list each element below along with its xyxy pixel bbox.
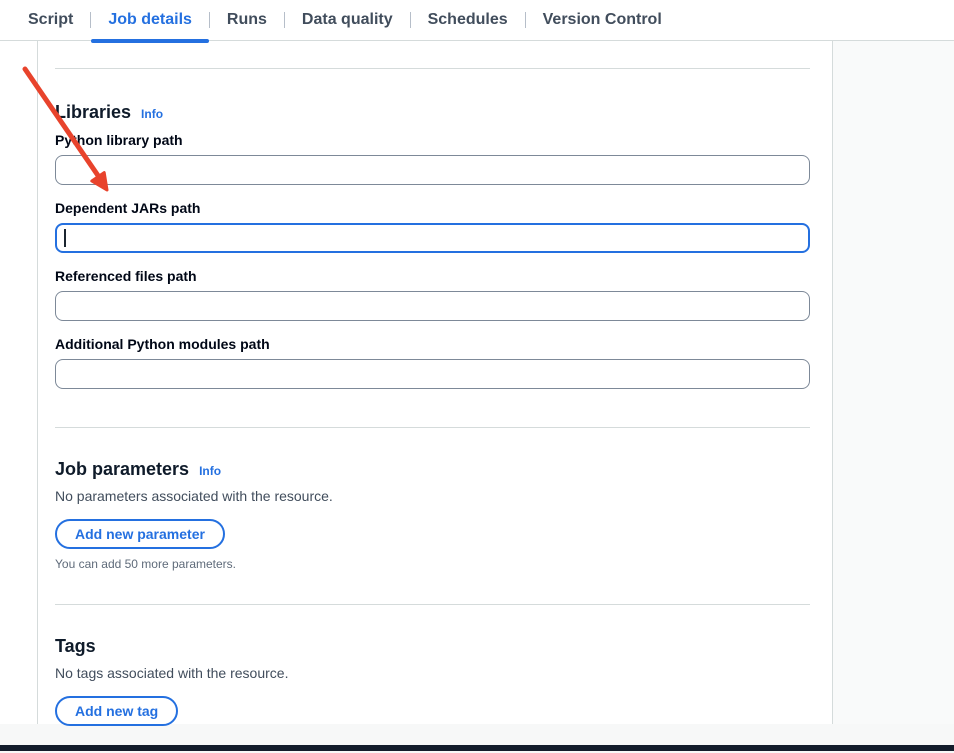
job-details-panel: Libraries Info Python library path Depen… (55, 41, 810, 726)
job-parameters-section: Job parameters Info No parameters associ… (55, 458, 810, 572)
tab-bar: Script Job details Runs Data quality Sch… (0, 0, 954, 41)
bottom-panel-edge[interactable] (0, 745, 954, 751)
tab-script[interactable]: Script (11, 0, 90, 41)
dependent-jars-path-input[interactable] (55, 223, 810, 253)
job-parameters-heading: Job parameters (55, 458, 189, 480)
add-new-tag-button[interactable]: Add new tag (55, 696, 178, 726)
job-parameters-empty-text: No parameters associated with the resour… (55, 487, 810, 505)
section-divider (55, 427, 810, 428)
libraries-section: Libraries Info Python library path Depen… (55, 101, 810, 389)
python-library-path-input[interactable] (55, 155, 810, 185)
libraries-info-link[interactable]: Info (141, 107, 163, 121)
job-parameters-limit-text: You can add 50 more parameters. (55, 557, 810, 572)
job-parameters-info-link[interactable]: Info (199, 464, 221, 478)
additional-python-modules-path-label: Additional Python modules path (55, 336, 810, 353)
section-divider (55, 68, 810, 69)
tab-data-quality[interactable]: Data quality (285, 0, 410, 41)
tags-heading: Tags (55, 635, 96, 657)
libraries-heading: Libraries (55, 101, 131, 123)
additional-python-modules-path-input[interactable] (55, 359, 810, 389)
add-new-parameter-button[interactable]: Add new parameter (55, 519, 225, 549)
section-divider (55, 604, 810, 605)
python-library-path-label: Python library path (55, 132, 810, 149)
tab-schedules[interactable]: Schedules (411, 0, 525, 41)
tab-version-control[interactable]: Version Control (526, 0, 679, 41)
tags-section: Tags No tags associated with the resourc… (55, 635, 810, 726)
referenced-files-path-label: Referenced files path (55, 268, 810, 285)
text-cursor (64, 229, 66, 247)
tab-runs[interactable]: Runs (210, 0, 284, 41)
dependent-jars-path-label: Dependent JARs path (55, 200, 810, 217)
right-side-rail (832, 41, 954, 724)
tags-empty-text: No tags associated with the resource. (55, 664, 810, 682)
referenced-files-path-input[interactable] (55, 291, 810, 321)
tab-job-details[interactable]: Job details (91, 0, 209, 41)
left-panel-divider (37, 41, 38, 724)
